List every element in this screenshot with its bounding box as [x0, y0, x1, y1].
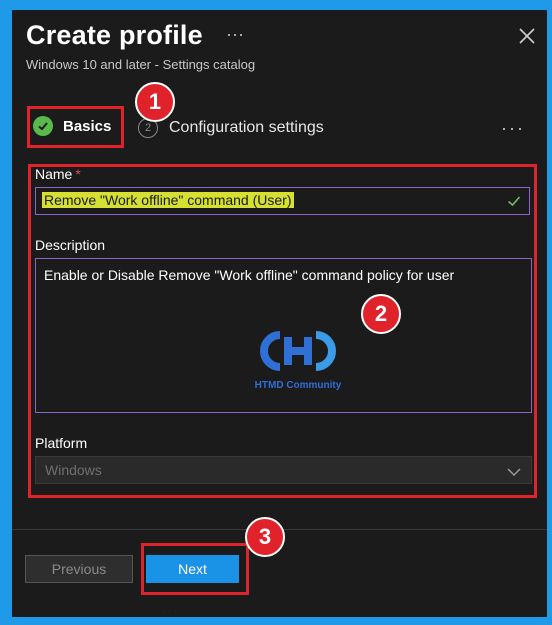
tabs-more-icon[interactable]: ···: [501, 118, 525, 139]
highlight-box-form: [28, 164, 537, 498]
tab-configuration-settings[interactable]: 2 Configuration settings: [138, 118, 324, 138]
footer-faint-text: · · ·: [162, 606, 178, 617]
more-options-icon[interactable]: ···: [226, 24, 244, 45]
highlight-box-basics: [27, 106, 124, 148]
page-title: Create profile: [26, 20, 203, 50]
previous-button[interactable]: Previous: [25, 555, 133, 583]
annotation-badge-1: 1: [135, 82, 175, 122]
highlight-box-next: [141, 543, 249, 595]
tab-configuration-settings-label: Configuration settings: [169, 119, 324, 136]
page-subtitle: Windows 10 and later - Settings catalog: [26, 57, 256, 72]
annotation-badge-2: 2: [361, 294, 401, 334]
annotation-badge-3: 3: [245, 517, 285, 557]
close-icon[interactable]: [517, 26, 537, 46]
